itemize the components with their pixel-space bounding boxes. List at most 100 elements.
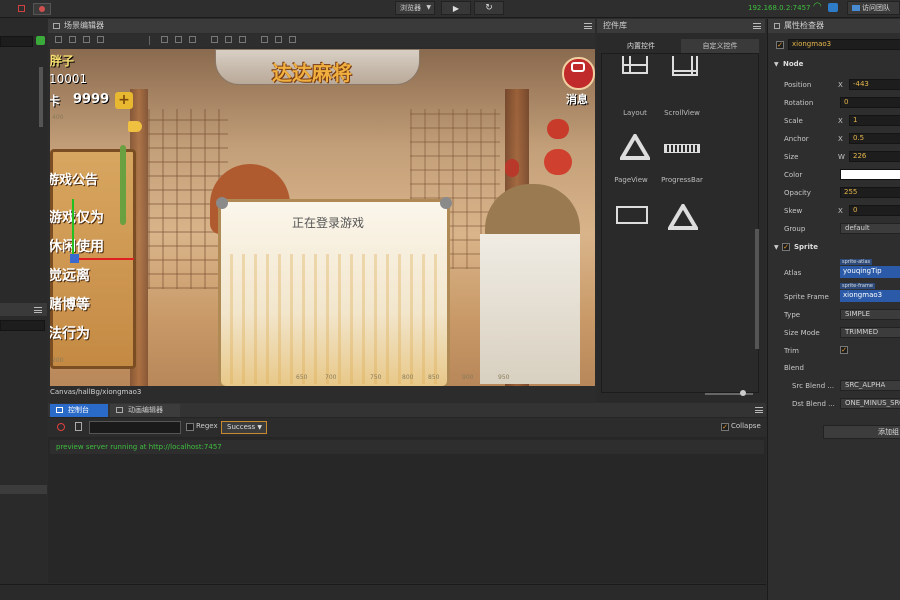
asset-item[interactable] (0, 485, 47, 494)
group-label: Group (784, 225, 806, 233)
widget-scrollview[interactable] (664, 56, 724, 116)
scale-x-input[interactable]: 1 (849, 115, 900, 126)
tab-console-label: 控制台 (68, 406, 89, 414)
scene-editor-menu-icon[interactable] (584, 23, 592, 29)
add-component-label: 添加组 (878, 428, 899, 436)
clear-icon[interactable] (57, 423, 65, 431)
inspector-icon (774, 23, 780, 29)
rotation-input[interactable]: 0 (840, 97, 900, 108)
selection-arrow-x[interactable] (72, 258, 134, 260)
breadcrumb[interactable]: Canvas/hallBg/xiongmao3 (50, 388, 141, 396)
zoom-slider-handle[interactable] (740, 390, 746, 396)
browser-select-label: 浏览器 (400, 4, 421, 12)
widget-editbox-icon[interactable] (616, 206, 648, 224)
tab-builtin[interactable]: 内置控件 (601, 39, 681, 53)
add-card-button[interactable]: + (115, 92, 133, 109)
console-icon (56, 407, 63, 413)
game-viewport[interactable]: 达达麻将 胖子 10001 卡 9999 + 消息 游戏公告 游戏仅为 休闲使用… (50, 49, 595, 386)
lantern (505, 159, 519, 177)
log-level-select[interactable]: Success ▼ (221, 421, 267, 434)
tab-animation[interactable]: 动画编辑器 (110, 404, 180, 417)
size-mode-select[interactable]: TRIMMED (840, 327, 900, 338)
regex-checkbox[interactable] (186, 423, 194, 431)
slider-triangle-icon[interactable] (668, 204, 698, 230)
window-icon[interactable] (18, 5, 25, 12)
tab-custom[interactable]: 自定义控件 (681, 39, 759, 53)
card-label: 卡 (50, 94, 61, 108)
ruler-y-label: 400 (52, 114, 64, 121)
selection-arrow-y[interactable] (72, 199, 74, 259)
blend-label: Blend (784, 364, 804, 372)
opacity-label: Opacity (784, 189, 811, 197)
widget-library-menu-icon[interactable] (753, 23, 761, 29)
hierarchy-search[interactable] (0, 36, 33, 47)
src-blend-select[interactable]: SRC_ALPHA (840, 380, 900, 391)
sprite-enabled-checkbox[interactable]: ✓ (782, 243, 790, 251)
dst-blend-select[interactable]: ONE_MINUS_SRC (840, 398, 900, 409)
position-x-input[interactable]: -443 (849, 79, 900, 90)
collapse-checkbox[interactable]: ✓ (721, 423, 729, 431)
node-section-caret-icon[interactable]: ▼ (774, 61, 779, 68)
atlas-type-tag: sprite-atlas (840, 259, 873, 265)
size-w-input[interactable]: 226 (849, 151, 900, 162)
asset-search[interactable] (0, 320, 45, 331)
loading-bars (230, 254, 440, 384)
align-bottom-icon[interactable] (239, 36, 246, 43)
console-search-input[interactable] (89, 421, 181, 434)
asset-menu-icon[interactable] (34, 307, 42, 313)
tab-console[interactable]: 控制台 (50, 404, 108, 417)
distribute-v-icon[interactable] (275, 36, 282, 43)
scale-tool-icon[interactable] (83, 36, 90, 43)
move-tool-icon[interactable] (55, 36, 62, 43)
rotation-label: Rotation (784, 99, 814, 107)
popup-corner-tr (440, 197, 452, 209)
rotate-tool-icon[interactable] (69, 36, 76, 43)
open-log-icon[interactable] (75, 422, 82, 431)
play-icon: ▶ (452, 4, 460, 13)
atlas-asset-field[interactable]: youqingTip (840, 266, 900, 278)
align-right-icon[interactable] (189, 36, 196, 43)
anchor-x-label: X (838, 135, 843, 143)
skew-x-input[interactable]: 0 (849, 205, 900, 216)
selection-handle[interactable] (70, 254, 79, 263)
color-label: Color (784, 171, 803, 179)
browser-select[interactable]: 浏览器 ▼ (395, 1, 435, 15)
progressbar-icon (664, 144, 700, 153)
align-top-icon[interactable] (211, 36, 218, 43)
widget-library-scrollbar[interactable] (755, 229, 759, 349)
rect-tool-icon[interactable] (97, 36, 104, 43)
console-menu-icon[interactable] (755, 407, 763, 413)
hierarchy-scrollbar[interactable] (39, 67, 43, 127)
link-icon[interactable] (36, 36, 45, 45)
inspector-header: 属性检查器 (768, 19, 900, 33)
ruler-x-label: 800 (402, 374, 414, 381)
distribute-icon[interactable] (289, 36, 296, 43)
play-button[interactable]: ▶ (441, 1, 471, 15)
notice-line-1: 游戏公告 (50, 173, 99, 188)
console-toolbar: Regex Success ▼ ✓ Collapse (48, 418, 766, 437)
add-component-button[interactable]: 添加组 (823, 425, 900, 439)
color-swatch[interactable] (840, 169, 900, 180)
align-left-icon[interactable] (161, 36, 168, 43)
opacity-input[interactable]: 255 (840, 187, 900, 198)
sprite-frame-asset-field[interactable]: xiongmao3 (840, 290, 900, 302)
type-select[interactable]: SIMPLE (840, 309, 900, 320)
anchor-x-input[interactable]: 0.5 (849, 133, 900, 144)
speaker-icon[interactable] (128, 121, 142, 132)
node-active-checkbox[interactable]: ✓ (776, 41, 784, 49)
node-name-input[interactable]: xiongmao3 (788, 39, 900, 50)
align-middle-icon[interactable] (225, 36, 232, 43)
access-team-button[interactable]: 访问团队 (847, 1, 900, 15)
status-bar (0, 584, 766, 600)
distribute-h-icon[interactable] (261, 36, 268, 43)
size-label: Size (784, 153, 799, 161)
bamboo-decoration (120, 145, 126, 225)
sprite-section-caret-icon[interactable]: ▼ (774, 244, 779, 251)
align-center-icon[interactable] (175, 36, 182, 43)
group-select[interactable]: default (840, 223, 900, 234)
widget-layout[interactable] (612, 56, 662, 116)
trim-checkbox[interactable]: ✓ (840, 346, 848, 354)
scene-editor-panel: 场景编辑器 达达麻将 胖子 10001 卡 9999 + 消息 游戏公告 游戏仅… (48, 19, 595, 402)
dst-blend-value: ONE_MINUS_SRC (845, 399, 900, 407)
refresh-button[interactable]: ↻ (474, 1, 504, 15)
